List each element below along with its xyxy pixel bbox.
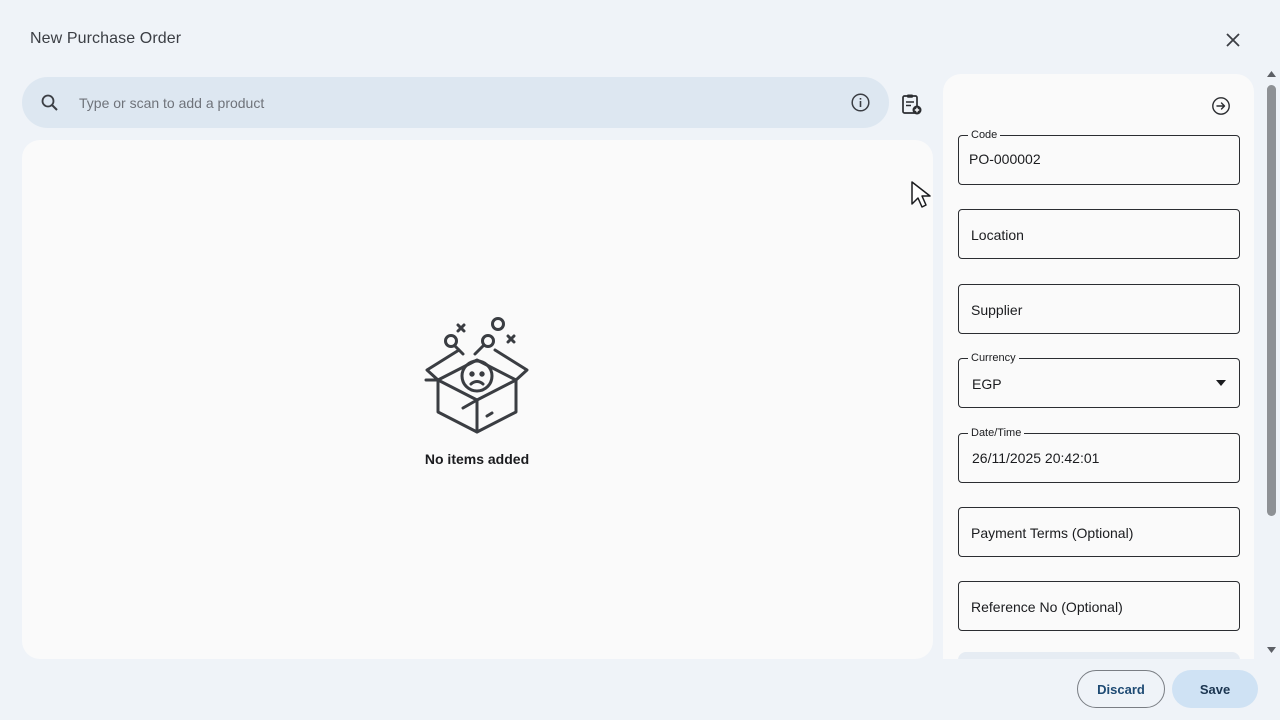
search-icon xyxy=(41,94,58,111)
save-button[interactable]: Save xyxy=(1172,670,1258,708)
location-field[interactable]: Location xyxy=(958,209,1240,259)
payment-terms-placeholder: Payment Terms (Optional) xyxy=(971,525,1134,541)
scroll-down-arrow-icon[interactable] xyxy=(1267,647,1276,653)
clipboard-add-icon[interactable] xyxy=(899,92,923,116)
order-details-panel: Code PO-000002 Location Supplier Currenc… xyxy=(943,74,1254,659)
close-icon xyxy=(1226,33,1240,47)
product-search-bar[interactable] xyxy=(22,77,889,128)
empty-state-text: No items added xyxy=(424,451,530,467)
code-field[interactable]: Code PO-000002 xyxy=(958,129,1240,185)
arrow-right-circle-icon[interactable] xyxy=(1211,96,1231,116)
reference-no-placeholder: Reference No (Optional) xyxy=(971,599,1123,615)
scrollbar-thumb[interactable] xyxy=(1267,85,1276,516)
datetime-field[interactable]: Date/Time 26/11/2025 20:42:01 xyxy=(958,427,1240,483)
currency-select[interactable]: Currency EGP xyxy=(958,352,1240,408)
reference-no-field[interactable]: Reference No (Optional) xyxy=(958,581,1240,631)
code-value: PO-000002 xyxy=(969,151,1041,167)
supplier-placeholder: Supplier xyxy=(971,302,1023,318)
dialog-title: New Purchase Order xyxy=(30,30,182,47)
product-search-input[interactable] xyxy=(79,77,819,128)
currency-label: Currency xyxy=(968,352,1019,365)
currency-value: EGP xyxy=(972,376,1002,392)
close-button[interactable] xyxy=(1219,26,1247,54)
code-label: Code xyxy=(968,129,1001,142)
info-icon[interactable] xyxy=(850,92,871,113)
discard-button[interactable]: Discard xyxy=(1077,670,1165,708)
datetime-label: Date/Time xyxy=(968,427,1025,440)
datetime-value: 26/11/2025 20:42:01 xyxy=(972,450,1100,466)
payment-terms-field[interactable]: Payment Terms (Optional) xyxy=(958,507,1240,557)
side-panel-scrollbar[interactable] xyxy=(1263,68,1280,660)
empty-box-icon xyxy=(424,317,529,434)
chevron-down-icon xyxy=(1216,380,1226,386)
next-field-partial xyxy=(958,652,1240,659)
scroll-up-arrow-icon[interactable] xyxy=(1267,71,1276,77)
supplier-field[interactable]: Supplier xyxy=(958,284,1240,334)
location-placeholder: Location xyxy=(971,227,1024,243)
